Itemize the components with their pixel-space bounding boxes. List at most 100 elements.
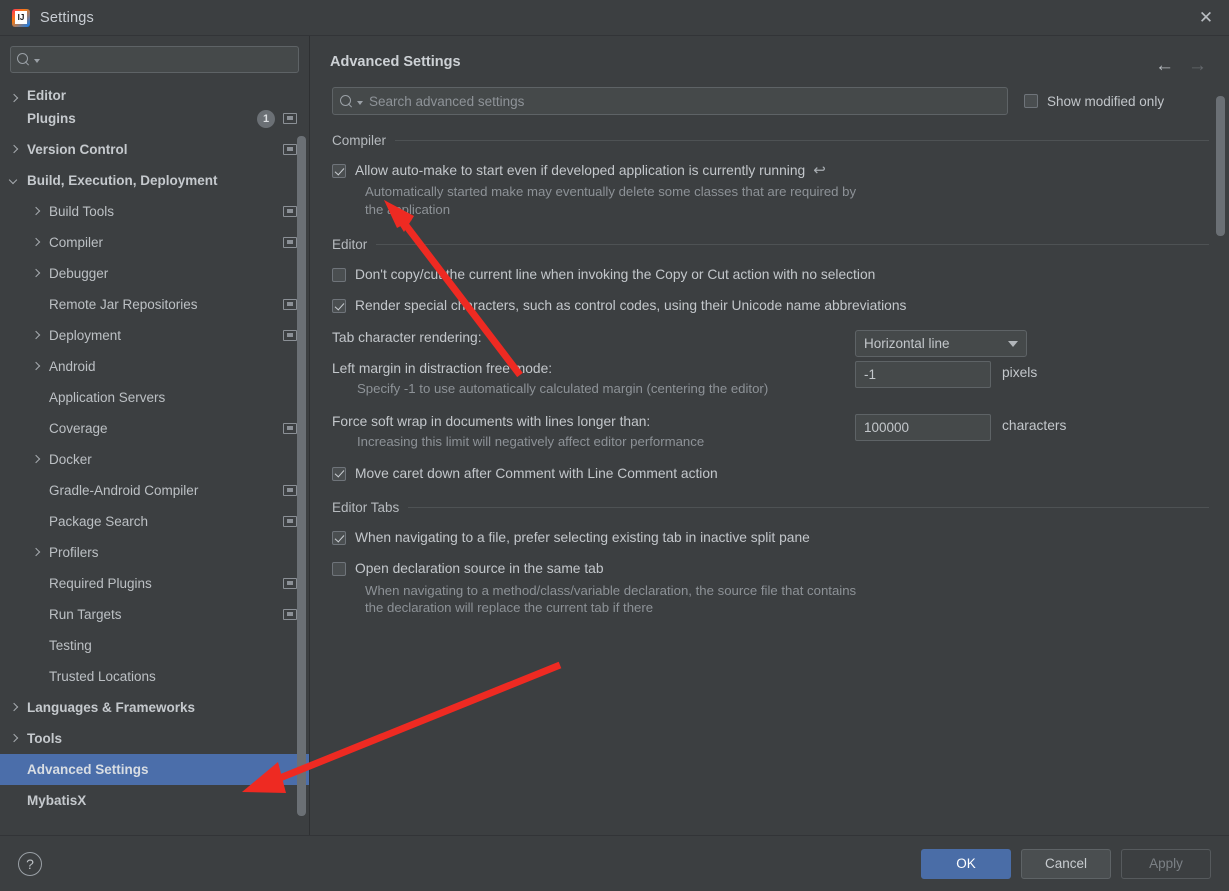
setting-checkbox-row[interactable]: When navigating to a file, prefer select… <box>332 529 1209 546</box>
tree-no-arrow <box>32 641 41 650</box>
settings-dialog: Settings ✕ Editor Plugins 1 Version Control… <box>0 0 1229 891</box>
section-title: Editor Tabs <box>332 500 400 516</box>
sidebar-item-label: Application Servers <box>49 390 166 405</box>
sidebar-item-gradle-android-compiler[interactable]: Gradle-Android Compiler <box>0 475 309 506</box>
sidebar-item-android[interactable]: Android <box>0 351 309 382</box>
close-icon[interactable]: ✕ <box>1183 0 1229 35</box>
sidebar-item-label: Android <box>49 359 96 374</box>
sidebar-item-tools[interactable]: Tools <box>0 723 309 754</box>
checkbox-unchecked-icon[interactable] <box>332 267 346 282</box>
setting-label-wrap: When navigating to a file, prefer select… <box>355 529 810 546</box>
chevron-right-icon[interactable] <box>10 734 19 743</box>
apply-button[interactable]: Apply <box>1121 848 1211 879</box>
section-divider <box>408 507 1209 509</box>
checkbox-checked-icon[interactable] <box>332 531 346 546</box>
tree-no-arrow <box>32 672 41 681</box>
checkbox-unchecked-icon[interactable] <box>332 562 346 577</box>
chevron-right-icon[interactable] <box>32 238 41 247</box>
sidebar-item-label: Tools <box>27 731 62 746</box>
sidebar-item-languages-frameworks[interactable]: Languages & Frameworks <box>0 692 309 723</box>
sidebar-item-label: Editor <box>27 88 66 103</box>
sidebar-item-profilers[interactable]: Profilers <box>0 537 309 568</box>
sidebar-item-mybatisx[interactable]: MybatisX <box>0 785 309 816</box>
section-header: Editor <box>332 237 1209 252</box>
project-scope-icon <box>283 144 297 155</box>
advanced-search-box[interactable] <box>332 87 1008 115</box>
sidebar-item-package-search[interactable]: Package Search <box>0 506 309 537</box>
tab-character-rendering-dropdown[interactable]: Horizontal line <box>855 330 1027 358</box>
chevron-right-icon[interactable] <box>32 269 41 278</box>
sidebar-item-editor[interactable]: Editor <box>0 81 309 103</box>
sidebar-item-deployment[interactable]: Deployment <box>0 320 309 351</box>
setting-label: Allow auto-make to start even if develop… <box>355 163 806 178</box>
checkbox-checked-icon[interactable] <box>332 466 346 481</box>
checkbox-checked-icon[interactable] <box>332 299 346 314</box>
project-scope-icon <box>283 609 297 620</box>
chevron-right-icon[interactable] <box>10 145 19 154</box>
checkbox-checked-icon[interactable] <box>332 164 346 178</box>
sidebar-search-box[interactable] <box>10 46 299 73</box>
advanced-settings-panel: Advanced Settings ← → Show modified only… <box>310 36 1229 835</box>
help-icon[interactable]: ? <box>18 851 42 876</box>
chevron-down-icon <box>1008 340 1018 347</box>
title-bar: Settings ✕ <box>0 0 1229 36</box>
setting-checkbox-row[interactable]: Allow auto-make to start even if develop… <box>332 162 1209 179</box>
page-title: Advanced Settings <box>330 54 461 70</box>
sidebar-item-label: Build, Execution, Deployment <box>27 173 218 188</box>
chevron-right-icon[interactable] <box>32 548 41 557</box>
chevron-right-icon[interactable] <box>32 455 41 464</box>
revert-icon[interactable]: ↩ <box>813 162 826 179</box>
chevron-right-icon[interactable] <box>32 362 41 371</box>
sidebar-item-version-control[interactable]: Version Control <box>0 134 309 165</box>
sidebar-item-label: Docker <box>49 452 92 467</box>
window-title: Settings <box>40 9 94 26</box>
sidebar-item-label: Package Search <box>49 514 149 529</box>
chevron-right-icon[interactable] <box>10 703 19 712</box>
chevron-right-icon[interactable] <box>32 207 41 216</box>
show-modified-only-checkbox[interactable]: Show modified only <box>1024 94 1164 109</box>
dialog-footer: ? OK Cancel Apply <box>0 835 1229 891</box>
sidebar-item-trusted-locations[interactable]: Trusted Locations <box>0 661 309 692</box>
sidebar-item-advanced-settings[interactable]: Advanced Settings <box>0 754 309 785</box>
setting-checkbox-row[interactable]: Don't copy/cut the current line when inv… <box>332 266 1209 283</box>
ok-button[interactable]: OK <box>921 848 1011 879</box>
panel-scrollbar[interactable] <box>1216 96 1225 236</box>
sidebar-item-build-tools[interactable]: Build Tools <box>0 196 309 227</box>
sidebar-item-coverage[interactable]: Coverage <box>0 413 309 444</box>
sidebar-item-run-targets[interactable]: Run Targets <box>0 599 309 630</box>
setting-text-input[interactable]: -1 <box>855 361 991 389</box>
sidebar-item-debugger[interactable]: Debugger <box>0 258 309 289</box>
setting-text-input[interactable]: 100000 <box>855 414 991 442</box>
arrow-right-icon[interactable]: → <box>1188 56 1207 75</box>
sidebar-item-plugins[interactable]: Plugins 1 <box>0 103 309 134</box>
sidebar-item-label: Debugger <box>49 266 109 281</box>
project-scope-icon <box>283 237 297 248</box>
cancel-button[interactable]: Cancel <box>1021 848 1111 879</box>
setting-description: When navigating to a method/class/variab… <box>365 582 857 616</box>
setting-checkbox-row[interactable]: Move caret down after Comment with Line … <box>332 465 1209 482</box>
settings-section: Editor Tabs When navigating to a file, pr… <box>332 500 1209 617</box>
sidebar-item-remote-jar-repositories[interactable]: Remote Jar Repositories <box>0 289 309 320</box>
settings-tree[interactable]: Editor Plugins 1 Version Control Build, Exec… <box>0 81 309 835</box>
sidebar-search-input[interactable] <box>40 51 292 68</box>
advanced-search-input[interactable] <box>363 92 1000 110</box>
sidebar-item-docker[interactable]: Docker <box>0 444 309 475</box>
chevron-right-icon[interactable] <box>32 331 41 340</box>
search-icon <box>17 53 30 66</box>
arrow-left-icon[interactable]: ← <box>1155 56 1174 75</box>
sidebar-scrollbar[interactable] <box>297 136 306 816</box>
setting-checkbox-row[interactable]: Render special characters, such as contr… <box>332 297 1209 314</box>
sidebar-item-compiler[interactable]: Compiler <box>0 227 309 258</box>
chevron-down-icon[interactable] <box>10 176 19 185</box>
tree-no-arrow <box>10 765 19 774</box>
sidebar-item-build-execution-deployment[interactable]: Build, Execution, Deployment <box>0 165 309 196</box>
section-divider <box>395 140 1209 141</box>
sidebar-item-testing[interactable]: Testing <box>0 630 309 661</box>
sidebar-item-application-servers[interactable]: Application Servers <box>0 382 309 413</box>
chevron-right-icon[interactable] <box>10 94 19 103</box>
setting-label-wrap: Move caret down after Comment with Line … <box>355 465 718 482</box>
sidebar-item-label: Version Control <box>27 142 128 157</box>
show-modified-only-label: Show modified only <box>1047 93 1165 109</box>
setting-checkbox-row[interactable]: Open declaration source in the same tab <box>332 560 1209 577</box>
sidebar-item-required-plugins[interactable]: Required Plugins <box>0 568 309 599</box>
